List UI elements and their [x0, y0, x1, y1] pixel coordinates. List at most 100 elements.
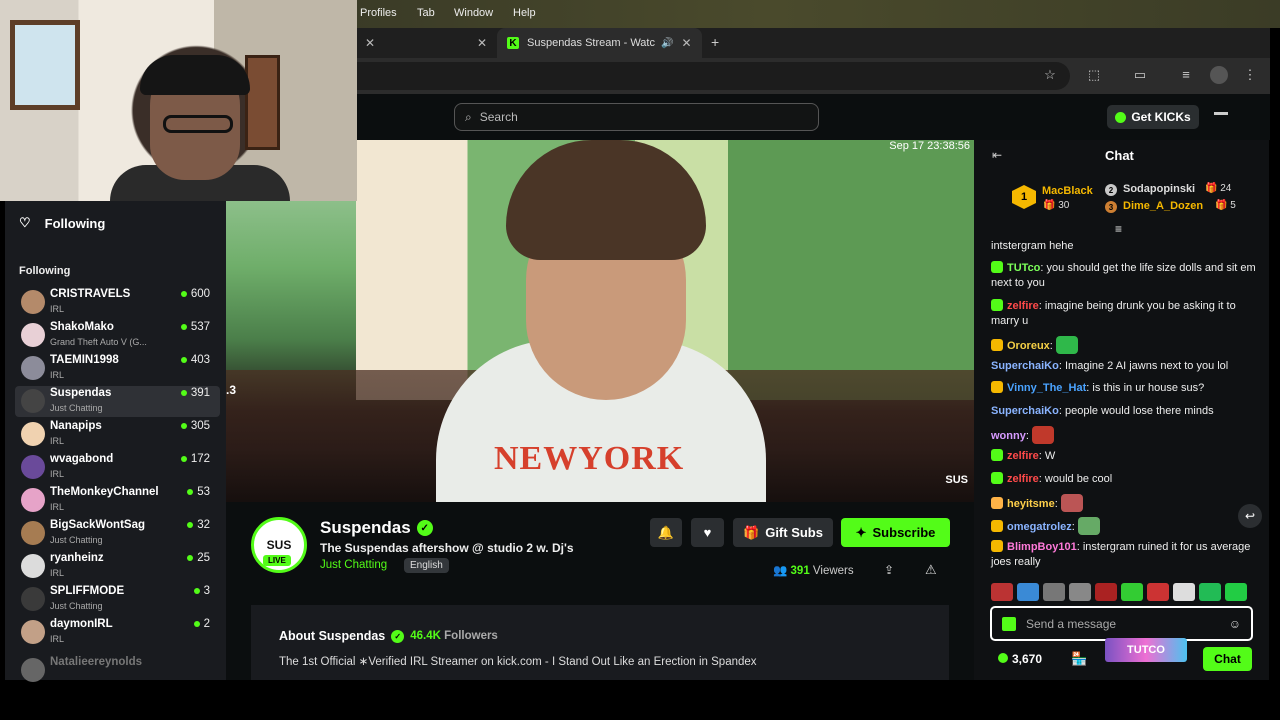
- sidebar-item-name: Natalieereynolds: [50, 656, 143, 668]
- emote-image: [1031, 426, 1054, 444]
- sidebar-item[interactable]: daymonIRL IRL 2: [15, 617, 220, 648]
- new-tab-button[interactable]: +: [711, 34, 719, 50]
- leaderboard-value-1: 🎁 30: [1043, 200, 1070, 211]
- menu-tab[interactable]: Tab: [417, 7, 435, 19]
- expand-leaderboard-icon[interactable]: ≡: [1115, 222, 1122, 236]
- emote-button[interactable]: [1069, 583, 1091, 601]
- chat-message: zelfire: would be cool: [991, 472, 1259, 487]
- collapse-chat-icon[interactable]: ⇤: [992, 148, 1002, 162]
- sidebar-item[interactable]: TheMonkeyChannel IRL 53: [15, 485, 220, 516]
- profile-avatar[interactable]: [1210, 66, 1228, 84]
- emote-button[interactable]: [1199, 583, 1221, 601]
- leaderboard-name-3[interactable]: Dime_A_Dozen: [1123, 200, 1203, 212]
- cast-icon[interactable]: ▭: [1131, 66, 1149, 84]
- speaker-icon[interactable]: 🔊: [661, 38, 673, 49]
- video-shirt-text: NEWYORK: [494, 440, 685, 477]
- sidebar-item-category: IRL: [50, 502, 65, 512]
- chat-username[interactable]: wonny: [991, 430, 1026, 442]
- sidebar-item[interactable]: Natalieereynolds: [15, 655, 220, 686]
- sidebar-item[interactable]: BigSackWontSag Just Chatting 32: [15, 518, 220, 549]
- chat-text: is this in ur house sus?: [1092, 382, 1205, 394]
- star-icon[interactable]: ☆: [1041, 66, 1059, 84]
- sidebar-item[interactable]: SPLIFFMODE Just Chatting 3: [15, 584, 220, 615]
- emote-button[interactable]: [1173, 583, 1195, 601]
- live-badge: LIVE: [263, 555, 291, 566]
- chat-username[interactable]: TUTco: [1007, 262, 1040, 274]
- chat-username[interactable]: heyitsme: [1007, 498, 1055, 510]
- emote-button[interactable]: [1147, 583, 1169, 601]
- chat-username[interactable]: BlimpBoy101: [1007, 541, 1077, 553]
- emote-button[interactable]: [991, 583, 1013, 601]
- tutco-banner: TUTCO: [1105, 638, 1187, 662]
- leaderboard-name-1[interactable]: MacBlack: [1042, 185, 1093, 197]
- chat-username[interactable]: zelfire: [1007, 300, 1039, 312]
- media-icon[interactable]: ≡: [1177, 66, 1195, 84]
- get-kicks-button[interactable]: Get KICKs: [1107, 105, 1199, 129]
- sidebar-item[interactable]: wvagabond IRL 172: [15, 452, 220, 483]
- gift-subs-button[interactable]: 🎁 Gift Subs: [733, 518, 833, 547]
- follow-button[interactable]: ♥: [691, 518, 724, 547]
- chat-username[interactable]: SuperchaiKo: [991, 405, 1059, 417]
- scroll-to-bottom-button[interactable]: ↩: [1238, 504, 1262, 528]
- close-icon[interactable]: ✕: [365, 36, 375, 50]
- more-menu-icon[interactable]: ⋮: [1241, 66, 1259, 84]
- sidebar-item-viewers: 600: [181, 288, 210, 300]
- chat-username[interactable]: zelfire: [1007, 473, 1039, 485]
- chat-username[interactable]: Vinny_The_Hat: [1007, 382, 1086, 394]
- emote-button[interactable]: [1017, 583, 1039, 601]
- following-section-label: Following: [19, 265, 71, 277]
- subscribe-button[interactable]: ✦ Subscribe: [841, 518, 950, 547]
- collapse-header-icon[interactable]: [1214, 112, 1228, 115]
- stream-category[interactable]: Just Chatting: [320, 559, 387, 571]
- sidebar-item[interactable]: CRISTRAVELS IRL 600: [15, 287, 220, 318]
- chat-message-input[interactable]: Send a message ☺: [990, 606, 1253, 641]
- gift-icon[interactable]: [1002, 616, 1016, 631]
- close-icon[interactable]: ✕: [477, 36, 487, 50]
- browser-tab-active[interactable]: K Suspendas Stream - Watc 🔊 ✕: [497, 28, 702, 58]
- sidebar-item-viewers: 391: [181, 387, 210, 399]
- language-tag[interactable]: English: [404, 558, 449, 573]
- chat-username[interactable]: omegatrolez: [1007, 521, 1072, 533]
- menu-window[interactable]: Window: [454, 7, 493, 19]
- search-input[interactable]: ⌕ Search: [454, 103, 819, 131]
- sidebar-item[interactable]: Nanapips IRL 305: [15, 419, 220, 450]
- search-icon: ⌕: [465, 109, 472, 124]
- emote-button[interactable]: [1121, 583, 1143, 601]
- sidebar-item[interactable]: Suspendas Just Chatting 391: [15, 386, 220, 417]
- emoji-picker-icon[interactable]: ☺: [1229, 617, 1241, 631]
- sidebar-item-category: IRL: [50, 304, 65, 314]
- emote-button[interactable]: [1095, 583, 1117, 601]
- sidebar-item-viewers: 305: [181, 420, 210, 432]
- channel-name[interactable]: Suspendas: [320, 518, 411, 538]
- chat-message: omegatrolez:: [991, 517, 1259, 535]
- leaderboard-name-2[interactable]: Sodapopinski: [1123, 183, 1195, 195]
- leaderboard-rank-2-badge: 2: [1105, 184, 1117, 196]
- sidebar-item[interactable]: ShakoMako Grand Theft Auto V (G... 537: [15, 320, 220, 351]
- chat-username[interactable]: SuperchaiKo: [991, 360, 1059, 372]
- followers-count: 46.4K Followers: [410, 630, 498, 642]
- chat-send-button[interactable]: Chat: [1203, 647, 1252, 671]
- sidebar-item[interactable]: ryanheinz IRL 25: [15, 551, 220, 582]
- following-nav[interactable]: ♡ Following: [19, 215, 105, 231]
- store-icon[interactable]: 🏪: [1071, 651, 1087, 667]
- extensions-icon[interactable]: ⬚: [1085, 66, 1103, 84]
- leaderboard-rank-3-badge: 3: [1105, 201, 1117, 213]
- close-icon[interactable]: ✕: [681, 36, 691, 50]
- report-icon[interactable]: ⚠: [925, 562, 937, 578]
- emote-button[interactable]: [1043, 583, 1065, 601]
- menu-profiles[interactable]: Profiles: [360, 7, 397, 19]
- share-icon[interactable]: ⇪: [884, 563, 894, 577]
- kicks-coin-icon: [1115, 111, 1127, 123]
- chat-username[interactable]: Ororeux: [1007, 340, 1050, 352]
- sidebar-item[interactable]: TAEMIN1998 IRL 403: [15, 353, 220, 384]
- menu-help[interactable]: Help: [513, 7, 536, 19]
- sidebar-item-name: BigSackWontSag: [50, 519, 145, 531]
- emote-image: [1077, 517, 1100, 535]
- sidebar-item-category: Just Chatting: [50, 403, 103, 413]
- sidebar-item-viewers: 25: [187, 552, 210, 564]
- browser-tab[interactable]: ✕ ✕: [357, 28, 497, 58]
- about-title-row: About Suspendas ✓ 46.4K Followers: [279, 629, 498, 643]
- chat-username[interactable]: zelfire: [1007, 450, 1039, 462]
- emote-button[interactable]: [1225, 583, 1247, 601]
- notification-bell-button[interactable]: 🔔: [650, 518, 682, 547]
